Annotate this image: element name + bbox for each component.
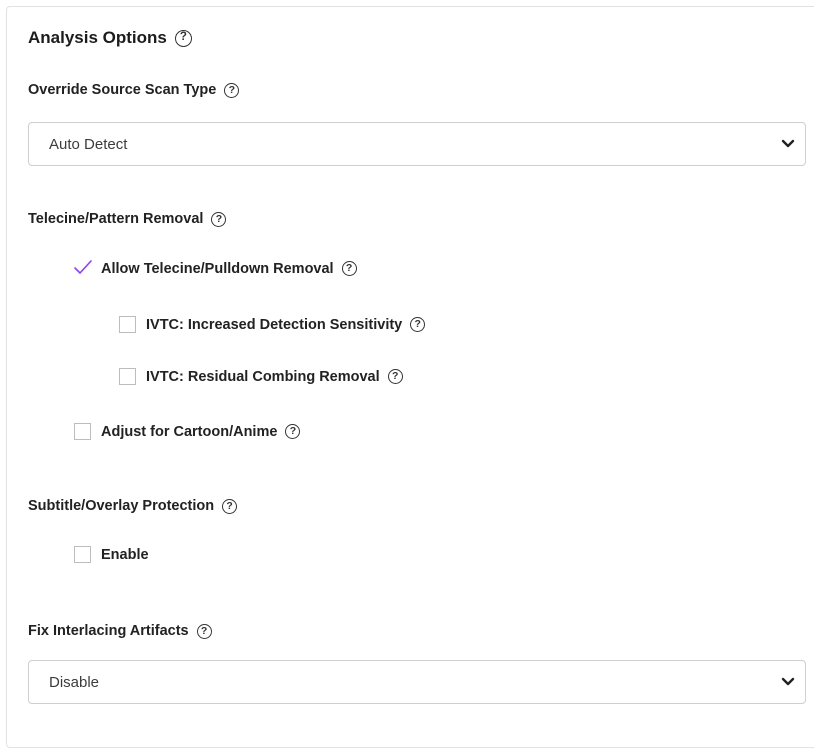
scan-type-label: Override Source Scan Type ?: [28, 82, 240, 98]
chevron-down-icon: [781, 139, 795, 148]
help-icon[interactable]: ?: [211, 211, 227, 227]
cartoon-anime-option[interactable]: Adjust for Cartoon/Anime ?: [74, 423, 301, 440]
chevron-down-icon: [781, 677, 795, 686]
scan-type-value: Auto Detect: [49, 135, 128, 153]
ivtc-combing-option[interactable]: IVTC: Residual Combing Removal ?: [119, 368, 403, 385]
help-icon[interactable]: ?: [410, 317, 426, 332]
interlacing-label: Fix Interlacing Artifacts ?: [28, 623, 212, 639]
cartoon-anime-label: Adjust for Cartoon/Anime: [101, 423, 278, 440]
checkmark-icon: [74, 260, 92, 274]
allow-telecine-label: Allow Telecine/Pulldown Removal: [101, 260, 334, 277]
help-icon[interactable]: ?: [222, 498, 238, 514]
subtitle-enable-label: Enable: [101, 546, 149, 563]
ivtc-combing-checkbox[interactable]: [119, 368, 136, 385]
panel-title: Analysis Options ?: [28, 28, 192, 48]
telecine-label-text: Telecine/Pattern Removal: [28, 211, 204, 227]
help-icon[interactable]: ?: [285, 424, 301, 439]
help-icon[interactable]: ?: [341, 261, 357, 276]
ivtc-sensitivity-label: IVTC: Increased Detection Sensitivity: [146, 316, 403, 333]
ivtc-combing-label: IVTC: Residual Combing Removal: [146, 368, 380, 385]
help-icon[interactable]: ?: [387, 369, 403, 384]
subtitle-enable-checkbox[interactable]: [74, 546, 91, 563]
scan-type-select[interactable]: Auto Detect: [28, 122, 806, 166]
help-icon[interactable]: ?: [174, 29, 192, 47]
help-icon[interactable]: ?: [196, 623, 212, 639]
ivtc-sensitivity-option[interactable]: IVTC: Increased Detection Sensitivity ?: [119, 316, 426, 333]
telecine-label: Telecine/Pattern Removal ?: [28, 211, 227, 227]
cartoon-anime-checkbox[interactable]: [74, 423, 91, 440]
panel-title-text: Analysis Options: [28, 28, 167, 47]
interlacing-select[interactable]: Disable: [28, 660, 806, 704]
subtitle-protection-label: Subtitle/Overlay Protection ?: [28, 498, 238, 514]
ivtc-sensitivity-checkbox[interactable]: [119, 316, 136, 333]
allow-telecine-option[interactable]: Allow Telecine/Pulldown Removal ?: [74, 260, 357, 277]
subtitle-enable-option[interactable]: Enable: [74, 546, 149, 563]
allow-telecine-checkbox[interactable]: [74, 260, 92, 277]
scan-type-label-text: Override Source Scan Type: [28, 82, 217, 98]
help-icon[interactable]: ?: [224, 82, 240, 98]
interlacing-value: Disable: [49, 673, 100, 691]
subtitle-protection-label-text: Subtitle/Overlay Protection: [28, 498, 215, 514]
interlacing-label-text: Fix Interlacing Artifacts: [28, 623, 189, 639]
